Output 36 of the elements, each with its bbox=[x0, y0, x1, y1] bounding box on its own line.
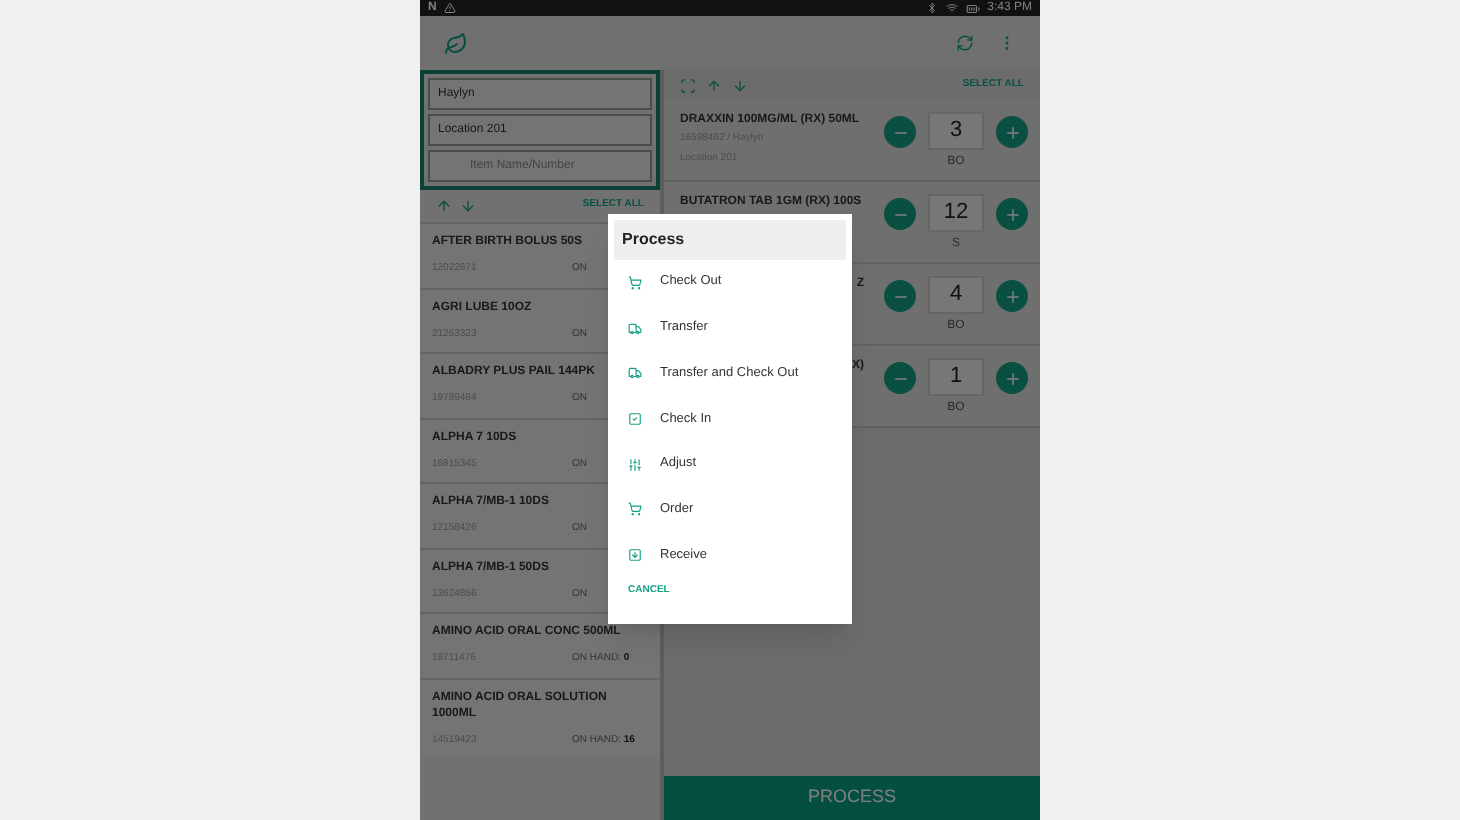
decrement-button[interactable] bbox=[884, 116, 916, 148]
increment-button[interactable] bbox=[996, 362, 1028, 394]
quantity-field[interactable]: 3 bbox=[928, 112, 984, 150]
arrow-up-icon[interactable] bbox=[436, 198, 452, 214]
bluetooth-icon bbox=[925, 2, 938, 14]
increment-button[interactable] bbox=[996, 280, 1028, 312]
checkbox-icon bbox=[628, 411, 642, 426]
download-icon bbox=[628, 547, 642, 562]
arrow-down-icon[interactable] bbox=[460, 198, 476, 214]
plus-icon bbox=[1003, 287, 1021, 305]
battery-icon bbox=[965, 1, 980, 15]
plus-icon bbox=[1003, 205, 1021, 223]
plus-icon bbox=[1003, 369, 1021, 387]
decrement-button[interactable] bbox=[884, 362, 916, 394]
refresh-icon[interactable] bbox=[956, 34, 974, 52]
truck-icon bbox=[628, 366, 642, 381]
wifi-icon bbox=[945, 2, 958, 14]
quantity-field[interactable]: 12 bbox=[928, 194, 984, 232]
cart-icon bbox=[628, 502, 642, 517]
cart-icon bbox=[628, 275, 642, 290]
truck-icon bbox=[628, 321, 642, 336]
arrow-down-icon[interactable] bbox=[732, 77, 748, 93]
increment-button[interactable] bbox=[996, 116, 1028, 148]
arrow-up-icon[interactable] bbox=[706, 77, 722, 93]
quantity-field[interactable]: 1 bbox=[928, 358, 984, 396]
sliders-icon bbox=[628, 457, 642, 472]
app-logo-icon[interactable] bbox=[444, 31, 468, 55]
dialog-title: Process bbox=[614, 220, 846, 260]
plus-icon bbox=[1003, 123, 1021, 141]
decrement-button[interactable] bbox=[884, 280, 916, 312]
increment-button[interactable] bbox=[996, 198, 1028, 230]
decrement-button[interactable] bbox=[884, 198, 916, 230]
warning-icon bbox=[444, 2, 457, 14]
process-button[interactable]: PROCESS bbox=[664, 776, 1040, 820]
scan-icon[interactable] bbox=[680, 77, 696, 93]
quantity-field[interactable]: 4 bbox=[928, 276, 984, 314]
